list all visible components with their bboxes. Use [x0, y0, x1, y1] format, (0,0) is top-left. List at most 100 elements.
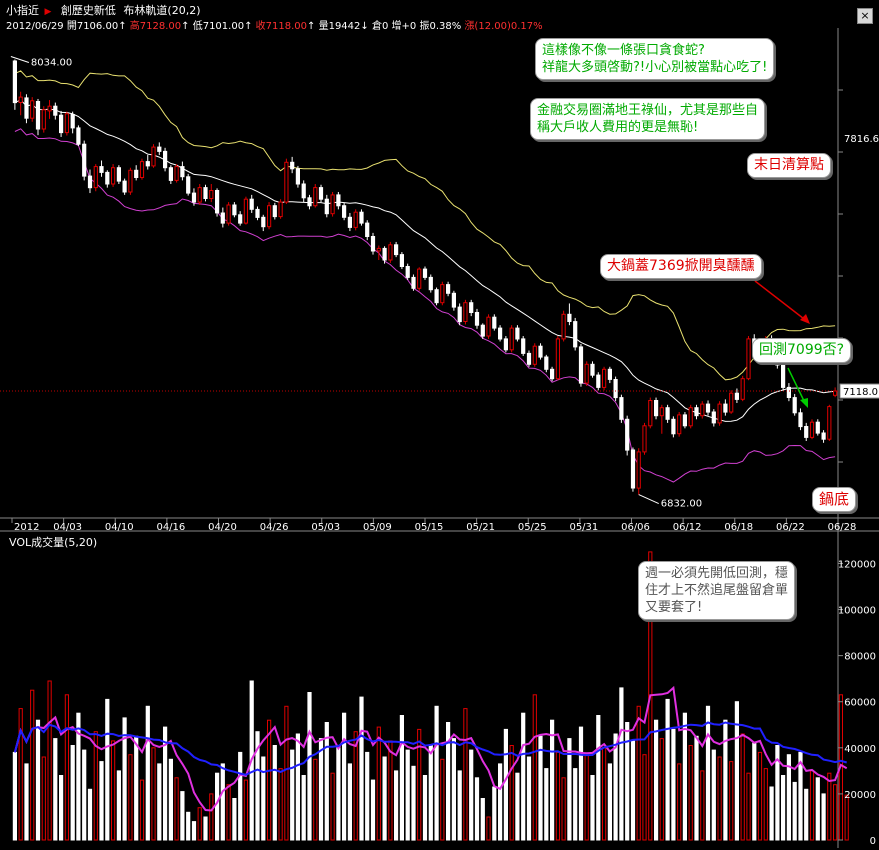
candle-body — [526, 352, 532, 365]
candle — [532, 343, 537, 367]
volume-bar — [688, 745, 693, 841]
volume-bar — [70, 745, 75, 841]
volume-bar — [168, 758, 174, 841]
volume-bar — [550, 719, 555, 841]
trough-leader — [638, 494, 659, 505]
volume-bar — [411, 765, 416, 841]
volume-bar — [625, 722, 630, 841]
candle-body — [12, 60, 18, 104]
volume-bar — [804, 788, 809, 841]
candle-body — [191, 192, 197, 203]
candle-body — [532, 345, 537, 365]
candle-body — [538, 345, 543, 358]
volume-y-tick-label: 0 — [870, 836, 876, 847]
candle — [168, 165, 174, 185]
candle-body — [792, 397, 797, 414]
volume-bar — [243, 779, 249, 841]
volume-bar — [457, 770, 462, 841]
candle-body — [659, 407, 664, 417]
candle-body — [87, 175, 93, 189]
candle — [203, 184, 208, 202]
candle — [740, 375, 745, 402]
candle — [53, 102, 58, 120]
candle-body — [717, 403, 722, 424]
candle-body — [24, 97, 29, 119]
volume-bar — [35, 719, 41, 841]
candle — [521, 336, 526, 356]
candle-body — [596, 374, 601, 388]
candle-body — [833, 390, 838, 396]
volume-bar — [290, 749, 295, 841]
candle-body — [515, 327, 520, 340]
candle — [682, 412, 687, 429]
volume-bar — [619, 687, 624, 841]
candle — [365, 220, 370, 241]
volume-bar — [267, 719, 272, 841]
candle — [705, 400, 711, 416]
volume-bar — [792, 781, 797, 841]
volume-bar — [99, 761, 104, 841]
volume-bar — [833, 784, 838, 841]
candle-body — [555, 338, 560, 380]
volume-bar — [717, 756, 722, 841]
volume-bar — [469, 749, 474, 841]
candle-body — [290, 161, 295, 170]
grid — [0, 28, 879, 848]
volume-bar — [151, 747, 156, 841]
volume-bar — [463, 708, 468, 841]
x-tick-label: 04/26 — [260, 522, 289, 533]
candle-body — [324, 198, 329, 215]
candle-body — [209, 190, 214, 199]
arrow-lid-shaft — [754, 280, 809, 323]
candle — [446, 281, 451, 297]
candle-body — [168, 167, 174, 181]
x-tick-label: 06/18 — [724, 522, 753, 533]
candle-body — [584, 363, 589, 384]
candle-body — [503, 338, 508, 351]
candle-body — [330, 194, 335, 215]
volume-bar — [526, 756, 532, 841]
candle — [70, 111, 75, 134]
volume-bar — [330, 772, 335, 841]
volume-bar — [278, 768, 283, 841]
volume-bar — [64, 694, 70, 841]
candle — [717, 401, 722, 426]
volume-bar — [82, 749, 87, 841]
candle — [659, 404, 664, 434]
candle — [642, 422, 647, 455]
volume-bar — [93, 731, 98, 841]
volume-bar — [578, 726, 584, 841]
candle — [318, 184, 324, 203]
candle-body — [122, 180, 127, 193]
candle-body — [798, 412, 803, 428]
candle — [469, 299, 474, 317]
volume-bar — [705, 705, 711, 841]
candle-body — [145, 161, 150, 167]
candle-body — [203, 187, 208, 200]
candle-body — [781, 364, 786, 388]
candle — [139, 158, 145, 180]
candle — [630, 447, 636, 492]
candle — [613, 376, 618, 402]
volume-bar — [642, 754, 647, 841]
candle-body — [642, 425, 647, 453]
candle — [422, 266, 428, 280]
candle-body — [630, 449, 636, 489]
candle-body — [422, 268, 428, 278]
candle — [41, 106, 46, 133]
volume-bar — [422, 775, 428, 841]
candle — [382, 246, 387, 264]
candle-body — [353, 211, 358, 228]
candle — [798, 408, 803, 431]
candle — [434, 287, 439, 306]
candle-body — [18, 96, 23, 103]
candle-body — [688, 407, 693, 427]
candle — [324, 194, 329, 218]
candle — [238, 211, 243, 226]
x-tick-label: 06/22 — [776, 522, 805, 533]
candle — [290, 156, 295, 174]
candle — [833, 387, 838, 398]
candle-body — [365, 222, 370, 238]
candle-body — [336, 194, 341, 207]
candle — [157, 142, 162, 156]
